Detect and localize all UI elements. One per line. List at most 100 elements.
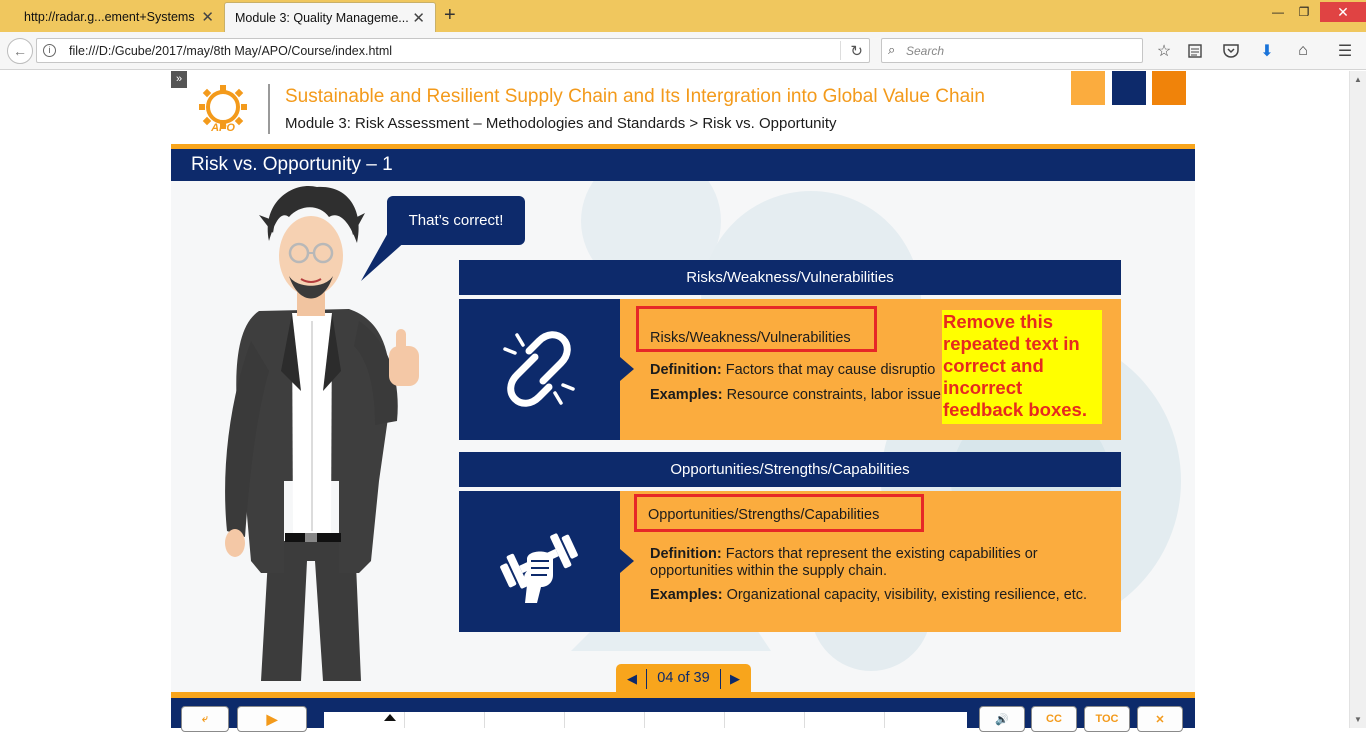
close-course-button[interactable]: ✕ [1137,706,1183,732]
examples-label: Examples: [650,387,723,403]
definition-label: Definition: [650,546,722,562]
repeated-heading-text: Risks/Weakness/Vulnerabilities [650,330,851,346]
course-player: » APO Sustainable and Resilient Supply C… [171,71,1195,732]
slide-stage: That’s correct! Risks/Weakness/Vulnerabi… [171,181,1195,692]
toc-button[interactable]: TOC [1084,706,1130,732]
play-icon: ▶ [266,710,278,727]
exit-icon: ⤶ [201,712,209,725]
fist-dumbbell-icon [500,533,578,603]
back-button[interactable]: ← [7,38,33,64]
info-icon[interactable]: i [43,44,56,57]
playhead-marker[interactable] [384,714,396,721]
search-icon: ⌕ [888,42,896,57]
risks-examples: Examples: Resource constraints, labor is… [650,387,941,403]
definition-text: Factors that represent the existing capa… [725,546,1038,562]
url-divider [840,41,841,60]
audio-button[interactable]: 🔊 [979,706,1025,732]
player-controls: ⤶ ▶ 🔊 CC TOC ✕ [171,698,1195,732]
search-placeholder: Search [906,44,945,58]
repeated-heading-text: Opportunities/Strengths/Capabilities [648,507,880,523]
apo-logo: APO [199,85,247,134]
tab-title: http://radar.g...ement+Systems [24,10,195,24]
risks-icon-block [459,299,620,440]
brand-swatch-light-orange [1071,71,1105,105]
progress-timeline[interactable] [324,712,967,728]
timeline-tick [564,712,565,728]
repeated-heading-box: Opportunities/Strengths/Capabilities [634,494,924,532]
speaker-icon: 🔊 [995,713,1009,726]
panel-notch [620,357,634,381]
examples-text: Resource constraints, labor issue [726,387,941,403]
close-tab-icon[interactable]: ✕ [201,8,214,26]
url-bar[interactable]: i file:///D:/Gcube/2017/may/8th May/APO/… [36,38,870,63]
browser-tab-strip: http://radar.g...ement+Systems ✕ Module … [0,0,1366,32]
slide-pager: ◀ 04 of 39 ▶ [616,664,751,694]
header-divider [268,84,270,134]
opportunities-panel-heading: Opportunities/Strengths/Capabilities [459,452,1121,487]
cc-icon: CC [1046,713,1062,725]
broken-chain-icon [503,331,575,407]
scroll-down-icon[interactable]: ▼ [1354,715,1362,724]
tab-title: Module 3: Quality Manageme... [235,10,409,25]
scroll-up-icon[interactable]: ▲ [1354,75,1362,84]
exit-button[interactable]: ⤶ [181,706,229,732]
slide-title: Risk vs. Opportunity – 1 [191,154,393,175]
definition-text: Factors that may cause disruptio [725,362,936,378]
risks-panel-heading: Risks/Weakness/Vulnerabilities [459,260,1121,295]
url-text: file:///D:/Gcube/2017/may/8th May/APO/Co… [69,44,393,58]
close-icon: ✕ [1155,713,1165,726]
risks-definition: Definition: Factors that may cause disru… [650,362,935,378]
bookmark-star-icon[interactable]: ☆ [1153,40,1175,62]
logo-text: APO [210,122,235,134]
browser-toolbar: ← i file:///D:/Gcube/2017/may/8th May/AP… [0,32,1366,70]
brand-swatch-navy [1112,71,1146,105]
download-icon[interactable]: ⬇ [1256,40,1278,62]
window-close-button[interactable]: ✕ [1320,2,1366,22]
back-arrow-icon: ← [13,43,27,59]
vertical-scrollbar[interactable]: ▲ ▼ [1349,71,1366,728]
timeline-tick [884,712,885,728]
brand-swatch-orange [1152,71,1186,105]
reading-list-icon[interactable] [1184,40,1206,62]
risks-panel: Risks/Weakness/Vulnerabilities Definitio… [459,299,1121,440]
opportunities-definition-cont: opportunities within the supply chain. [650,563,887,579]
slide-title-bar: Risk vs. Opportunity – 1 [171,149,1195,181]
menu-icon[interactable]: ☰ [1334,40,1356,62]
timeline-tick [804,712,805,728]
timeline-tick [404,712,405,728]
breadcrumb: Module 3: Risk Assessment – Methodologie… [285,115,837,132]
examples-text: Organizational capacity, visibility, exi… [726,587,1088,603]
new-tab-button[interactable]: + [444,4,456,27]
minimize-button[interactable]: — [1265,2,1291,22]
course-title: Sustainable and Resilient Supply Chain a… [285,86,985,107]
definition-label: Definition: [650,362,722,378]
page-viewport: ▲ ▼ » APO Sustainable and Resilient Supp… [0,71,1366,732]
reload-icon[interactable]: ↻ [850,42,863,60]
restore-button[interactable]: ❐ [1291,2,1317,22]
repeated-heading-box: Risks/Weakness/Vulnerabilities [636,306,877,352]
timeline-tick [484,712,485,728]
speech-bubble: That’s correct! [387,196,525,245]
review-comment-note: Remove this repeated text in correct and… [942,310,1102,424]
examples-label: Examples: [650,587,723,603]
tab-radar[interactable]: http://radar.g...ement+Systems ✕ [0,2,224,32]
home-icon[interactable]: ⌂ [1292,40,1314,62]
tab-module3[interactable]: Module 3: Quality Manageme... ✕ [224,2,436,32]
triangle-right-icon: ▶ [730,671,740,686]
play-button[interactable]: ▶ [237,706,307,732]
timeline-tick [644,712,645,728]
expand-menu-icon[interactable]: » [171,71,187,88]
next-slide-button[interactable]: ▶ [725,670,745,688]
opportunities-definition: Definition: Factors that represent the e… [650,546,1038,562]
pocket-icon[interactable] [1220,40,1242,62]
timeline-tick [724,712,725,728]
panel-notch [620,549,634,573]
captions-button[interactable]: CC [1031,706,1077,732]
opportunities-icon-block [459,491,620,632]
opportunities-panel: Opportunities/Strengths/Capabilities Def… [459,491,1121,632]
toc-icon: TOC [1095,713,1119,725]
close-tab-icon[interactable]: ✕ [412,9,425,27]
pager-divider [720,669,721,689]
opportunities-examples: Examples: Organizational capacity, visib… [650,587,1087,603]
search-bar[interactable]: ⌕ Search [881,38,1143,63]
